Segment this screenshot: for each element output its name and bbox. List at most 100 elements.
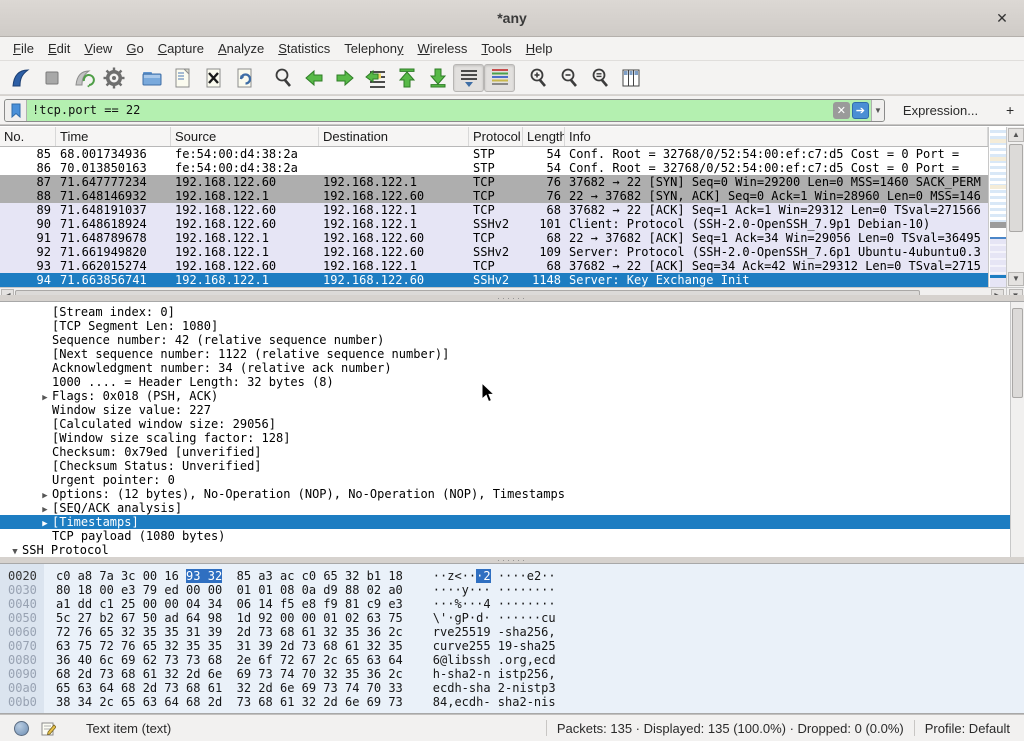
packet-row-90[interactable]: 9071.648618924192.168.122.60192.168.122.… [0, 217, 988, 231]
restart-capture-button[interactable] [67, 64, 98, 92]
go-back-button[interactable] [298, 64, 329, 92]
menu-wireless[interactable]: Wireless [411, 39, 475, 58]
zoom-in-button[interactable] [522, 64, 553, 92]
auto-scroll-button[interactable] [453, 64, 484, 92]
go-last-button[interactable] [422, 64, 453, 92]
filter-history-dropdown[interactable]: ▼ [871, 100, 884, 121]
bookmark-icon [10, 103, 22, 118]
profile-status[interactable]: Profile: Default [925, 721, 1010, 736]
hex-row-00a0[interactable]: 00a065 63 64 68 2d 73 68 61 32 2d 6e 69 … [0, 681, 1024, 695]
resize-columns-button[interactable] [615, 64, 646, 92]
detail-line[interactable]: TCP payload (1080 bytes) [0, 529, 1024, 543]
capture-options-button[interactable] [98, 64, 129, 92]
find-packet-button[interactable] [267, 64, 298, 92]
hex-row-00b0[interactable]: 00b038 34 2c 65 63 64 68 2d 73 68 61 32 … [0, 695, 1024, 709]
column-header-time[interactable]: Time [56, 127, 171, 146]
packet-row-94[interactable]: 9471.663856741192.168.122.1192.168.122.6… [0, 273, 988, 287]
detail-line[interactable]: ▶[SEQ/ACK analysis] [0, 501, 1024, 515]
filter-add-button[interactable]: + [1000, 102, 1020, 118]
menu-statistics[interactable]: Statistics [271, 39, 337, 58]
expression-button[interactable]: Expression... [903, 103, 978, 118]
expert-info-icon[interactable] [14, 721, 29, 736]
detail-line[interactable]: Acknowledgment number: 34 (relative ack … [0, 361, 1024, 375]
detail-line[interactable]: [Stream index: 0] [0, 305, 1024, 319]
detail-line[interactable]: ▶Options: (12 bytes), No-Operation (NOP)… [0, 487, 1024, 501]
go-first-button[interactable] [391, 64, 422, 92]
hex-row-0090[interactable]: 009068 2d 73 68 61 32 2d 6e 69 73 74 70 … [0, 667, 1024, 681]
detail-line[interactable]: [Calculated window size: 29056] [0, 417, 1024, 431]
detail-line[interactable]: ▶Flags: 0x018 (PSH, ACK) [0, 389, 1024, 403]
hex-row-0050[interactable]: 00505c 27 b2 67 50 ad 64 98 1d 92 00 00 … [0, 611, 1024, 625]
detail-line[interactable]: [Checksum Status: Unverified] [0, 459, 1024, 473]
detail-line[interactable]: 1000 .... = Header Length: 32 bytes (8) [0, 375, 1024, 389]
menu-analyze[interactable]: Analyze [211, 39, 271, 58]
menu-view[interactable]: View [77, 39, 119, 58]
detail-line[interactable]: Sequence number: 42 (relative sequence n… [0, 333, 1024, 347]
column-header-source[interactable]: Source [171, 127, 319, 146]
detail-line[interactable]: [Next sequence number: 1122 (relative se… [0, 347, 1024, 361]
close-file-button[interactable] [198, 64, 229, 92]
colorize-button[interactable] [484, 64, 515, 92]
packet-row-91[interactable]: 9171.648789678192.168.122.1192.168.122.6… [0, 231, 988, 245]
filter-bookmark-button[interactable] [5, 99, 27, 122]
intelligent-scrollbar-minimap[interactable] [988, 127, 1006, 287]
hex-row-0030[interactable]: 003080 18 00 e3 79 ed 00 00 01 01 08 0a … [0, 583, 1024, 597]
display-filter-input[interactable] [27, 100, 833, 121]
column-header-protocol[interactable]: Protocol [469, 127, 523, 146]
go-forward-button[interactable] [329, 64, 360, 92]
start-capture-button[interactable] [5, 64, 36, 92]
column-header-destination[interactable]: Destination [319, 127, 469, 146]
detail-line[interactable]: ▶[Timestamps] [0, 515, 1024, 529]
hex-row-0080[interactable]: 008036 40 6c 69 62 73 73 68 2e 6f 72 67 … [0, 653, 1024, 667]
packet-list-header[interactable]: No.TimeSourceDestinationProtocolLengthIn… [0, 127, 988, 147]
packet-row-92[interactable]: 9271.661949820192.168.122.1192.168.122.6… [0, 245, 988, 259]
zoom-reset-button[interactable] [584, 64, 615, 92]
detail-line[interactable]: [TCP Segment Len: 1080] [0, 319, 1024, 333]
toolbar-separator [260, 77, 267, 78]
packet-bytes-pane[interactable]: 0020c0 a8 7a 3c 00 16 93 32 85 a3 ac c0 … [0, 563, 1024, 714]
column-header-info[interactable]: Info [565, 127, 988, 146]
capture-comment-icon[interactable] [41, 721, 56, 736]
menu-tools[interactable]: Tools [474, 39, 518, 58]
detail-line[interactable]: [Window size scaling factor: 128] [0, 431, 1024, 445]
packet-list-vertical-scrollbar[interactable]: ▲ ▼ [1006, 127, 1024, 287]
menu-telephony[interactable]: Telephony [337, 39, 410, 58]
menu-capture[interactable]: Capture [151, 39, 211, 58]
details-vertical-scrollbar[interactable] [1010, 302, 1024, 562]
zoom-out-button[interactable] [553, 64, 584, 92]
hex-row-0040[interactable]: 0040a1 dd c1 25 00 00 04 34 06 14 f5 e8 … [0, 597, 1024, 611]
menu-edit[interactable]: Edit [41, 39, 77, 58]
go-forward-icon [333, 66, 357, 90]
scroll-up-icon[interactable]: ▲ [1008, 128, 1024, 142]
save-file-button[interactable] [167, 64, 198, 92]
hex-row-0060[interactable]: 006072 76 65 32 35 35 31 39 2d 73 68 61 … [0, 625, 1024, 639]
menu-file[interactable]: File [6, 39, 41, 58]
packet-row-93[interactable]: 9371.662015274192.168.122.60192.168.122.… [0, 259, 988, 273]
stop-capture-button[interactable] [36, 64, 67, 92]
menu-go[interactable]: Go [119, 39, 150, 58]
scroll-down-icon[interactable]: ▼ [1008, 272, 1024, 286]
hex-row-0070[interactable]: 007063 75 72 76 65 32 35 35 31 39 2d 73 … [0, 639, 1024, 653]
packet-row-87[interactable]: 8771.647777234192.168.122.60192.168.122.… [0, 175, 988, 189]
filter-clear-button[interactable]: ✕ [833, 102, 850, 119]
toolbar-separator [515, 77, 522, 78]
detail-line[interactable]: Checksum: 0x79ed [unverified] [0, 445, 1024, 459]
column-header-no[interactable]: No. [0, 127, 56, 146]
reload-file-button[interactable] [229, 64, 260, 92]
packet-row-86[interactable]: 8670.013850163fe:54:00:d4:38:2aSTP54Conf… [0, 161, 988, 175]
open-file-button[interactable] [136, 64, 167, 92]
go-back-icon [302, 66, 326, 90]
go-to-packet-button[interactable] [360, 64, 391, 92]
filter-apply-button[interactable]: ➔ [852, 102, 869, 119]
window-close-icon[interactable]: ✕ [992, 8, 1012, 28]
detail-line[interactable]: Window size value: 227 [0, 403, 1024, 417]
packet-row-88[interactable]: 8871.648146932192.168.122.1192.168.122.6… [0, 189, 988, 203]
packet-row-85[interactable]: 8568.001734936fe:54:00:d4:38:2aSTP54Conf… [0, 147, 988, 161]
scrollbar-thumb[interactable] [1009, 144, 1023, 232]
menu-help[interactable]: Help [519, 39, 560, 58]
scrollbar-thumb[interactable] [1012, 308, 1023, 398]
packet-row-89[interactable]: 8971.648191037192.168.122.60192.168.122.… [0, 203, 988, 217]
hex-row-0020[interactable]: 0020c0 a8 7a 3c 00 16 93 32 85 a3 ac c0 … [0, 569, 1024, 583]
column-header-length[interactable]: Length [523, 127, 565, 146]
detail-line[interactable]: Urgent pointer: 0 [0, 473, 1024, 487]
